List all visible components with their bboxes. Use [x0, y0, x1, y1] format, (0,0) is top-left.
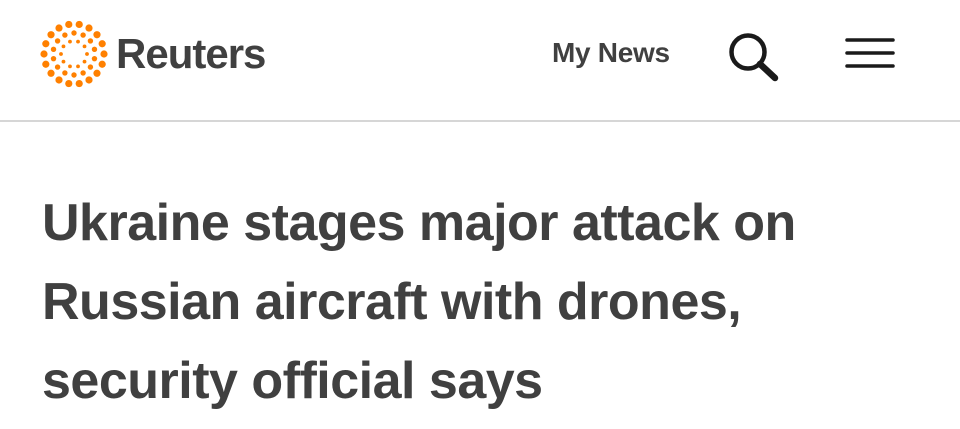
logo-dot [98, 40, 106, 48]
logo-dot [82, 59, 87, 64]
logo-dot [91, 55, 98, 62]
logo-dot [80, 32, 86, 38]
logo-dot [80, 70, 86, 76]
logo-dot [50, 55, 57, 62]
logo-dot [55, 24, 63, 32]
logo-dot [47, 69, 55, 77]
logo-dot [85, 76, 93, 84]
reuters-page: Reuters My News Ukraine stages major att… [0, 0, 960, 429]
logo-dot [65, 20, 73, 29]
logo-text: Reuters [116, 30, 266, 77]
logo-dot [91, 46, 98, 53]
logo-dot [71, 30, 77, 36]
article-headline: Ukraine stages major attack on Russian a… [42, 184, 922, 421]
logo-dot [75, 79, 83, 88]
logo-dot [59, 52, 63, 56]
logo-dot [47, 31, 55, 39]
site-header: Reuters My News [0, 0, 960, 122]
headline-line: Russian aircraft with drones, [42, 273, 742, 331]
reuters-logo-icon [40, 20, 108, 88]
logo-dot [40, 50, 48, 58]
logo-dot [62, 70, 68, 76]
logo-dot [68, 39, 72, 44]
logo-dot [62, 32, 68, 38]
logo-dot [85, 52, 89, 56]
logo-dot [71, 72, 77, 78]
logo-dot [76, 64, 80, 69]
headline-line: security official says [42, 352, 543, 410]
logo-dot [75, 20, 83, 29]
menu-button[interactable] [842, 32, 898, 76]
logo-dot [93, 31, 101, 39]
logo-dot [65, 79, 73, 88]
logo-dot [54, 64, 61, 70]
logo-dot [93, 69, 101, 77]
logo-dot [61, 59, 66, 64]
logo-dot [42, 60, 50, 68]
logo-dot [42, 40, 50, 48]
logo-dot [85, 24, 93, 32]
logo-dot [87, 38, 94, 44]
search-button[interactable] [722, 26, 784, 84]
search-icon [729, 33, 779, 82]
my-news-link[interactable]: My News [552, 33, 670, 73]
logo-dot [54, 38, 61, 44]
logo-dot [100, 50, 108, 58]
logo-dot [61, 44, 66, 49]
logo-dot [98, 60, 106, 68]
logo-dot [55, 76, 63, 84]
headline-line: Ukraine stages major attack on [42, 194, 796, 252]
logo-dot [50, 46, 57, 53]
logo-dot [76, 39, 80, 44]
reuters-logo-link[interactable]: Reuters [38, 18, 266, 90]
logo-dot [82, 44, 87, 49]
logo-dot [68, 64, 72, 69]
hamburger-menu-icon [845, 38, 895, 68]
logo-dot [87, 64, 94, 70]
